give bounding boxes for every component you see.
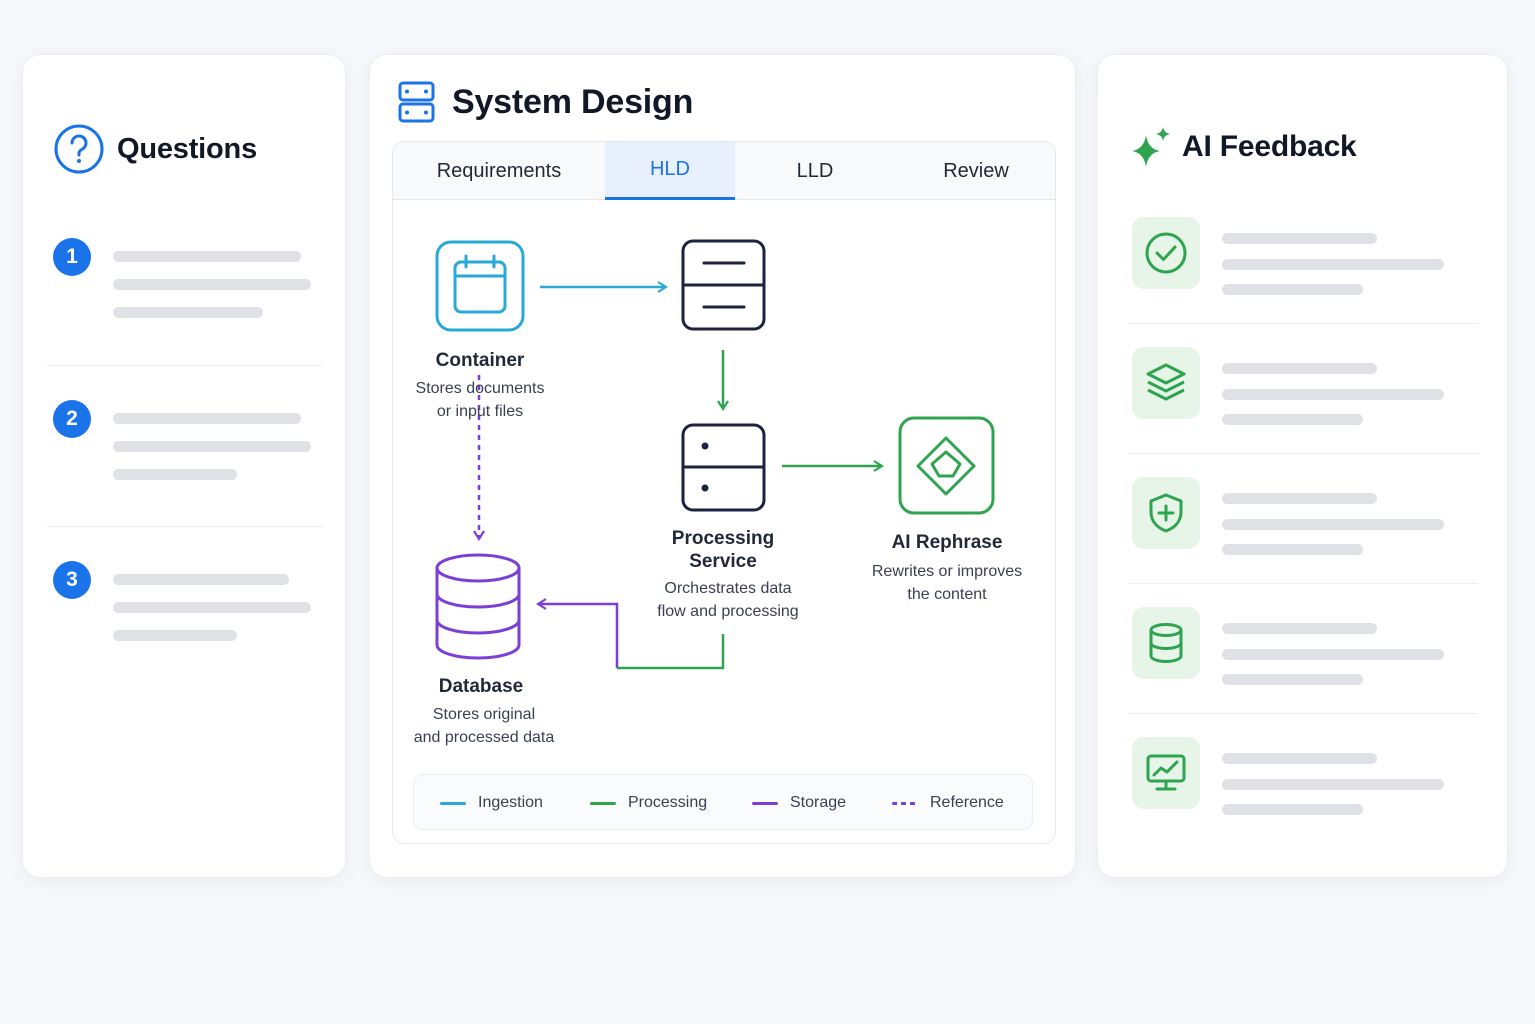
divider <box>1128 453 1478 454</box>
processing-service-label: Processing <box>671 528 775 549</box>
database-icon <box>435 553 521 660</box>
question-number-badge: 2 <box>53 400 91 438</box>
question-text-placeholder <box>113 469 237 480</box>
calendar-icon <box>435 240 525 332</box>
container-description: or input files <box>436 403 524 420</box>
feedback-item[interactable] <box>1132 737 1478 815</box>
divider <box>1128 583 1478 584</box>
diagram-legend: Ingestion Processing Storage Reference <box>413 774 1033 830</box>
questions-header: Questions <box>53 123 257 175</box>
legend-label: Ingestion <box>478 794 543 811</box>
feedback-text-placeholder <box>1222 674 1363 685</box>
layers-icon <box>1132 347 1200 419</box>
question-text-placeholder <box>113 307 263 318</box>
feedback-text-placeholder <box>1222 284 1363 295</box>
question-text-placeholder <box>113 441 311 452</box>
processing-service-description: flow and processing <box>657 603 799 620</box>
database-description: Stores original <box>432 706 536 723</box>
diagram-frame: Requirements HLD LLD Review Container St… <box>392 141 1056 844</box>
sparkle-icon <box>1130 125 1172 169</box>
processing-service-description: Orchestrates data <box>664 580 792 597</box>
divider <box>1128 713 1478 714</box>
feedback-text-placeholder <box>1222 493 1377 504</box>
feedback-text-placeholder <box>1222 779 1444 790</box>
ai-rephrase-description: Rewrites or improves <box>871 563 1023 580</box>
ai-feedback-title: AI Feedback <box>1182 130 1357 163</box>
question-circle-icon <box>53 123 105 175</box>
processing-service-label: Service <box>689 551 757 572</box>
feedback-text-placeholder <box>1222 363 1377 374</box>
divider <box>1128 323 1478 324</box>
questions-panel: Questions 1 2 3 <box>22 54 346 878</box>
question-text-placeholder <box>113 413 301 424</box>
question-text-placeholder <box>113 251 301 262</box>
feedback-text-placeholder <box>1222 544 1363 555</box>
ai-feedback-panel: AI Feedback <box>1097 54 1508 878</box>
shield-plus-icon <box>1132 477 1200 549</box>
legend-swatch <box>440 801 466 805</box>
questions-title: Questions <box>117 132 257 165</box>
legend-label: Reference <box>930 794 1004 811</box>
question-text-placeholder <box>113 574 289 585</box>
legend-label: Storage <box>790 794 847 811</box>
feedback-text-placeholder <box>1222 623 1377 634</box>
question-item[interactable]: 1 <box>53 238 323 328</box>
legend-item-ingestion: Ingestion <box>440 775 543 831</box>
check-circle-icon <box>1132 217 1200 289</box>
feedback-text-placeholder <box>1222 753 1377 764</box>
storage-arrow <box>539 604 619 668</box>
feedback-item[interactable] <box>1132 217 1478 295</box>
question-number-badge: 3 <box>53 561 91 599</box>
feedback-text-placeholder <box>1222 259 1444 270</box>
ai-rephrase-label: AI Rephrase <box>891 532 1003 553</box>
question-item[interactable]: 2 <box>53 400 323 490</box>
database-description: and processed data <box>413 729 555 746</box>
server-icon <box>681 423 766 512</box>
question-text-placeholder <box>113 279 311 290</box>
monitor-chart-icon <box>1132 737 1200 809</box>
ai-feedback-header: AI Feedback <box>1130 125 1357 169</box>
database-label: Database <box>438 676 524 697</box>
divider <box>47 365 323 366</box>
container-label: Container <box>435 350 525 371</box>
processing-connector <box>617 634 725 670</box>
feedback-text-placeholder <box>1222 414 1363 425</box>
question-text-placeholder <box>113 630 237 641</box>
question-text-placeholder <box>113 602 311 613</box>
legend-item-processing: Processing <box>590 775 707 831</box>
diamond-icon <box>898 416 995 515</box>
feedback-item[interactable] <box>1132 607 1478 685</box>
feedback-text-placeholder <box>1222 389 1444 400</box>
container-description: Stores documents <box>415 380 545 397</box>
question-item[interactable]: 3 <box>53 561 323 651</box>
legend-label: Processing <box>628 794 708 811</box>
feedback-text-placeholder <box>1222 519 1444 530</box>
system-design-title: System Design <box>452 82 694 121</box>
feedback-item[interactable] <box>1132 477 1478 555</box>
feedback-text-placeholder <box>1222 804 1363 815</box>
legend-swatch <box>892 801 918 805</box>
server-icon <box>398 80 438 124</box>
ai-rephrase-description: the content <box>907 586 987 603</box>
system-design-header: System Design <box>398 80 693 124</box>
legend-swatch <box>752 801 778 805</box>
legend-item-storage: Storage <box>752 775 846 831</box>
feedback-text-placeholder <box>1222 233 1377 244</box>
feedback-item[interactable] <box>1132 347 1478 425</box>
database-icon <box>1132 607 1200 679</box>
question-number-badge: 1 <box>53 238 91 276</box>
legend-item-reference: Reference <box>892 775 1004 831</box>
legend-swatch <box>590 801 616 805</box>
divider <box>47 526 323 527</box>
server-icon <box>681 239 766 331</box>
feedback-text-placeholder <box>1222 649 1444 660</box>
system-design-panel: System Design Requirements HLD LLD Revie… <box>369 54 1076 878</box>
